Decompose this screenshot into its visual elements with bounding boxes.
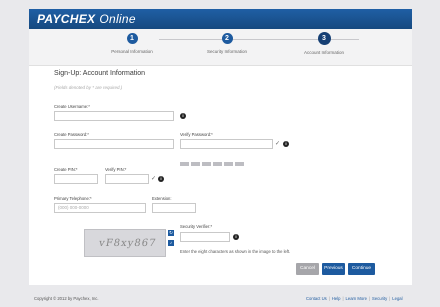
form-title: Sign-Up: Account Information [54, 70, 146, 77]
phone-input[interactable]: (000) 000-0000 [54, 203, 146, 213]
password-strength-meter [180, 153, 246, 171]
step-number: 2 [221, 33, 233, 44]
step-account-information: 3 Account Information [269, 32, 379, 55]
page: PAYCHEX Online 1 Personal Information 2 S… [0, 0, 440, 307]
previous-button[interactable]: Previous [322, 263, 345, 275]
strength-segment [235, 162, 244, 166]
divider: | [328, 296, 330, 301]
info-icon[interactable]: i [233, 234, 239, 240]
info-icon[interactable]: i [283, 141, 289, 147]
captcha-text: vF8xy867 [98, 238, 158, 249]
verify-pin-label: Verify PIN:* [105, 167, 127, 172]
strength-segment [191, 162, 200, 166]
username-input[interactable] [54, 111, 174, 121]
password-input[interactable] [54, 139, 174, 149]
checkmark-icon: ✓ [275, 141, 281, 147]
username-label: Create Username:* [54, 104, 90, 109]
checkmark-icon: ✓ [151, 176, 157, 182]
verify-password-input[interactable] [180, 139, 273, 149]
required-note: (Fields denoted by * are required.) [54, 85, 123, 90]
footer-link-learn-more[interactable]: Learn More [346, 296, 367, 301]
footer-links: Contact Us | Help | Learn More | Security | Lega… [306, 296, 403, 301]
captcha-image: vF8xy867 [84, 229, 166, 257]
info-icon[interactable]: i [158, 176, 164, 182]
pin-label: Create PIN:* [54, 167, 78, 172]
progress-steps: 1 Personal Information 2 Security Inform… [29, 29, 412, 66]
app-header: PAYCHEX Online [29, 9, 412, 29]
footer-link-legal[interactable]: Legal [392, 296, 402, 301]
footer-link-help[interactable]: Help [332, 296, 341, 301]
step-label: Account Information [303, 50, 345, 55]
divider: | [389, 296, 391, 301]
strength-segment [213, 162, 222, 166]
security-verifier-label: Security Verifier:* [180, 224, 213, 229]
password-label: Create Password:* [54, 132, 89, 137]
step-label: Security Information [206, 49, 248, 54]
paychex-logo: PAYCHEX Online [37, 12, 136, 26]
audio-captcha-icon[interactable]: ♪ [168, 240, 174, 246]
footer-link-security[interactable]: Security [372, 296, 387, 301]
captcha-instruction: Enter the eight characters as shown in t… [180, 249, 291, 254]
step-security-information: 2 Security Information [172, 33, 282, 54]
extension-label: Extension: [152, 196, 172, 201]
step-personal-information: 1 Personal Information [77, 33, 187, 54]
step-number: 1 [126, 33, 138, 44]
step-label: Personal Information [111, 49, 153, 54]
strength-segment [202, 162, 211, 166]
extension-input[interactable] [152, 203, 196, 213]
phone-label: Primary Telephone:* [54, 196, 92, 201]
footer-link-contact-us[interactable]: Contact Us [306, 296, 327, 301]
verify-pin-input[interactable] [105, 174, 149, 184]
copyright: Copyright © 2012 by Paychex, Inc. [34, 296, 99, 301]
divider: | [342, 296, 344, 301]
refresh-captcha-icon[interactable]: ↻ [168, 230, 174, 236]
pin-input[interactable] [54, 174, 98, 184]
brand-name: PAYCHEX [37, 12, 96, 26]
strength-segment [180, 162, 189, 166]
step-number: 3 [317, 32, 331, 45]
continue-button[interactable]: Continue [348, 263, 375, 275]
security-verifier-input[interactable] [180, 232, 230, 242]
divider: | [368, 296, 371, 301]
strength-segment [224, 162, 233, 166]
product-name: Online [99, 12, 136, 26]
info-icon[interactable]: i [180, 113, 186, 119]
verify-password-label: Verify Password:* [180, 132, 213, 137]
cancel-button[interactable]: Cancel [296, 263, 319, 275]
